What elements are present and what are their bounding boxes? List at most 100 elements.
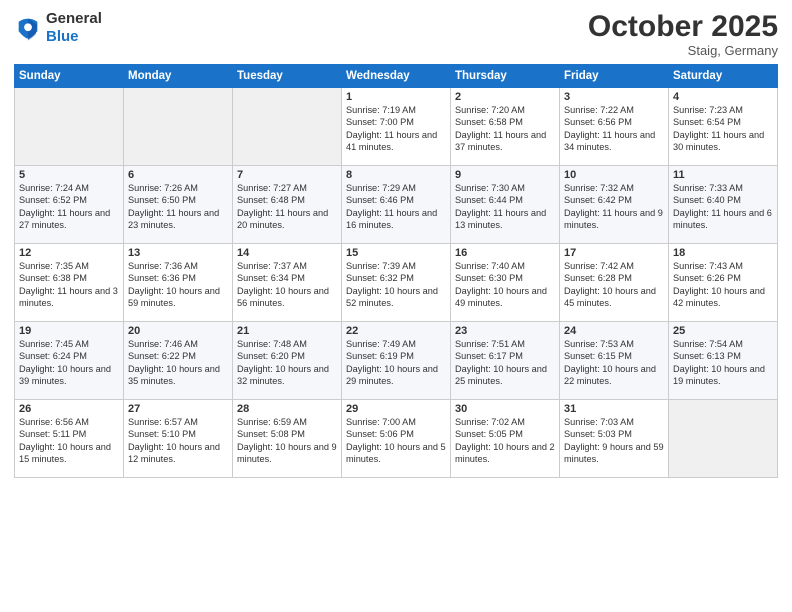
col-monday: Monday	[124, 65, 233, 88]
calendar-week-3: 12Sunrise: 7:35 AM Sunset: 6:38 PM Dayli…	[15, 244, 778, 322]
calendar-week-5: 26Sunrise: 6:56 AM Sunset: 5:11 PM Dayli…	[15, 400, 778, 478]
table-row: 20Sunrise: 7:46 AM Sunset: 6:22 PM Dayli…	[124, 322, 233, 400]
calendar-week-2: 5Sunrise: 7:24 AM Sunset: 6:52 PM Daylig…	[15, 166, 778, 244]
day-number: 8	[346, 169, 446, 181]
table-row: 3Sunrise: 7:22 AM Sunset: 6:56 PM Daylig…	[560, 88, 669, 166]
day-number: 7	[237, 169, 337, 181]
table-row: 1Sunrise: 7:19 AM Sunset: 7:00 PM Daylig…	[342, 88, 451, 166]
page: General Blue October 2025 Staig, Germany…	[0, 0, 792, 612]
day-info: Sunrise: 6:59 AM Sunset: 5:08 PM Dayligh…	[237, 416, 337, 466]
day-number: 30	[455, 403, 555, 415]
table-row: 16Sunrise: 7:40 AM Sunset: 6:30 PM Dayli…	[451, 244, 560, 322]
table-row: 11Sunrise: 7:33 AM Sunset: 6:40 PM Dayli…	[669, 166, 778, 244]
logo-line2: Blue	[46, 28, 102, 46]
day-info: Sunrise: 7:39 AM Sunset: 6:32 PM Dayligh…	[346, 260, 446, 310]
day-info: Sunrise: 7:37 AM Sunset: 6:34 PM Dayligh…	[237, 260, 337, 310]
day-info: Sunrise: 7:03 AM Sunset: 5:03 PM Dayligh…	[564, 416, 664, 466]
day-info: Sunrise: 7:54 AM Sunset: 6:13 PM Dayligh…	[673, 338, 773, 388]
day-number: 15	[346, 247, 446, 259]
calendar-week-1: 1Sunrise: 7:19 AM Sunset: 7:00 PM Daylig…	[15, 88, 778, 166]
day-number: 25	[673, 325, 773, 337]
table-row: 27Sunrise: 6:57 AM Sunset: 5:10 PM Dayli…	[124, 400, 233, 478]
day-number: 10	[564, 169, 664, 181]
day-info: Sunrise: 7:36 AM Sunset: 6:36 PM Dayligh…	[128, 260, 228, 310]
day-info: Sunrise: 7:48 AM Sunset: 6:20 PM Dayligh…	[237, 338, 337, 388]
day-info: Sunrise: 7:33 AM Sunset: 6:40 PM Dayligh…	[673, 182, 773, 232]
table-row	[124, 88, 233, 166]
col-saturday: Saturday	[669, 65, 778, 88]
table-row: 30Sunrise: 7:02 AM Sunset: 5:05 PM Dayli…	[451, 400, 560, 478]
day-info: Sunrise: 7:40 AM Sunset: 6:30 PM Dayligh…	[455, 260, 555, 310]
day-number: 28	[237, 403, 337, 415]
day-number: 19	[19, 325, 119, 337]
table-row: 8Sunrise: 7:29 AM Sunset: 6:46 PM Daylig…	[342, 166, 451, 244]
day-info: Sunrise: 7:00 AM Sunset: 5:06 PM Dayligh…	[346, 416, 446, 466]
table-row: 22Sunrise: 7:49 AM Sunset: 6:19 PM Dayli…	[342, 322, 451, 400]
day-info: Sunrise: 7:46 AM Sunset: 6:22 PM Dayligh…	[128, 338, 228, 388]
table-row: 29Sunrise: 7:00 AM Sunset: 5:06 PM Dayli…	[342, 400, 451, 478]
title-block: October 2025 Staig, Germany	[588, 10, 778, 58]
table-row	[15, 88, 124, 166]
day-number: 23	[455, 325, 555, 337]
day-number: 13	[128, 247, 228, 259]
day-number: 5	[19, 169, 119, 181]
day-info: Sunrise: 7:49 AM Sunset: 6:19 PM Dayligh…	[346, 338, 446, 388]
table-row: 7Sunrise: 7:27 AM Sunset: 6:48 PM Daylig…	[233, 166, 342, 244]
calendar: Sunday Monday Tuesday Wednesday Thursday…	[14, 64, 778, 478]
table-row: 12Sunrise: 7:35 AM Sunset: 6:38 PM Dayli…	[15, 244, 124, 322]
day-info: Sunrise: 7:42 AM Sunset: 6:28 PM Dayligh…	[564, 260, 664, 310]
day-number: 2	[455, 91, 555, 103]
day-info: Sunrise: 6:57 AM Sunset: 5:10 PM Dayligh…	[128, 416, 228, 466]
col-friday: Friday	[560, 65, 669, 88]
day-number: 31	[564, 403, 664, 415]
table-row: 18Sunrise: 7:43 AM Sunset: 6:26 PM Dayli…	[669, 244, 778, 322]
col-thursday: Thursday	[451, 65, 560, 88]
day-number: 3	[564, 91, 664, 103]
table-row: 31Sunrise: 7:03 AM Sunset: 5:03 PM Dayli…	[560, 400, 669, 478]
day-number: 1	[346, 91, 446, 103]
col-tuesday: Tuesday	[233, 65, 342, 88]
day-number: 24	[564, 325, 664, 337]
table-row: 25Sunrise: 7:54 AM Sunset: 6:13 PM Dayli…	[669, 322, 778, 400]
day-number: 22	[346, 325, 446, 337]
day-info: Sunrise: 7:26 AM Sunset: 6:50 PM Dayligh…	[128, 182, 228, 232]
calendar-header-row: Sunday Monday Tuesday Wednesday Thursday…	[15, 65, 778, 88]
table-row: 13Sunrise: 7:36 AM Sunset: 6:36 PM Dayli…	[124, 244, 233, 322]
day-number: 18	[673, 247, 773, 259]
table-row: 9Sunrise: 7:30 AM Sunset: 6:44 PM Daylig…	[451, 166, 560, 244]
day-number: 11	[673, 169, 773, 181]
day-info: Sunrise: 7:24 AM Sunset: 6:52 PM Dayligh…	[19, 182, 119, 232]
table-row: 4Sunrise: 7:23 AM Sunset: 6:54 PM Daylig…	[669, 88, 778, 166]
day-number: 27	[128, 403, 228, 415]
day-number: 16	[455, 247, 555, 259]
logo-icon	[14, 14, 42, 42]
day-info: Sunrise: 6:56 AM Sunset: 5:11 PM Dayligh…	[19, 416, 119, 466]
day-number: 21	[237, 325, 337, 337]
day-number: 12	[19, 247, 119, 259]
table-row: 14Sunrise: 7:37 AM Sunset: 6:34 PM Dayli…	[233, 244, 342, 322]
day-info: Sunrise: 7:45 AM Sunset: 6:24 PM Dayligh…	[19, 338, 119, 388]
day-info: Sunrise: 7:23 AM Sunset: 6:54 PM Dayligh…	[673, 104, 773, 154]
day-number: 9	[455, 169, 555, 181]
day-info: Sunrise: 7:22 AM Sunset: 6:56 PM Dayligh…	[564, 104, 664, 154]
table-row: 10Sunrise: 7:32 AM Sunset: 6:42 PM Dayli…	[560, 166, 669, 244]
table-row: 15Sunrise: 7:39 AM Sunset: 6:32 PM Dayli…	[342, 244, 451, 322]
table-row: 19Sunrise: 7:45 AM Sunset: 6:24 PM Dayli…	[15, 322, 124, 400]
col-wednesday: Wednesday	[342, 65, 451, 88]
table-row: 24Sunrise: 7:53 AM Sunset: 6:15 PM Dayli…	[560, 322, 669, 400]
table-row: 28Sunrise: 6:59 AM Sunset: 5:08 PM Dayli…	[233, 400, 342, 478]
table-row: 6Sunrise: 7:26 AM Sunset: 6:50 PM Daylig…	[124, 166, 233, 244]
day-number: 4	[673, 91, 773, 103]
table-row: 17Sunrise: 7:42 AM Sunset: 6:28 PM Dayli…	[560, 244, 669, 322]
day-number: 29	[346, 403, 446, 415]
col-sunday: Sunday	[15, 65, 124, 88]
day-number: 6	[128, 169, 228, 181]
table-row	[669, 400, 778, 478]
day-info: Sunrise: 7:53 AM Sunset: 6:15 PM Dayligh…	[564, 338, 664, 388]
table-row: 26Sunrise: 6:56 AM Sunset: 5:11 PM Dayli…	[15, 400, 124, 478]
location: Staig, Germany	[588, 43, 778, 58]
table-row: 21Sunrise: 7:48 AM Sunset: 6:20 PM Dayli…	[233, 322, 342, 400]
logo-line1: General	[46, 10, 102, 28]
day-number: 20	[128, 325, 228, 337]
table-row: 23Sunrise: 7:51 AM Sunset: 6:17 PM Dayli…	[451, 322, 560, 400]
